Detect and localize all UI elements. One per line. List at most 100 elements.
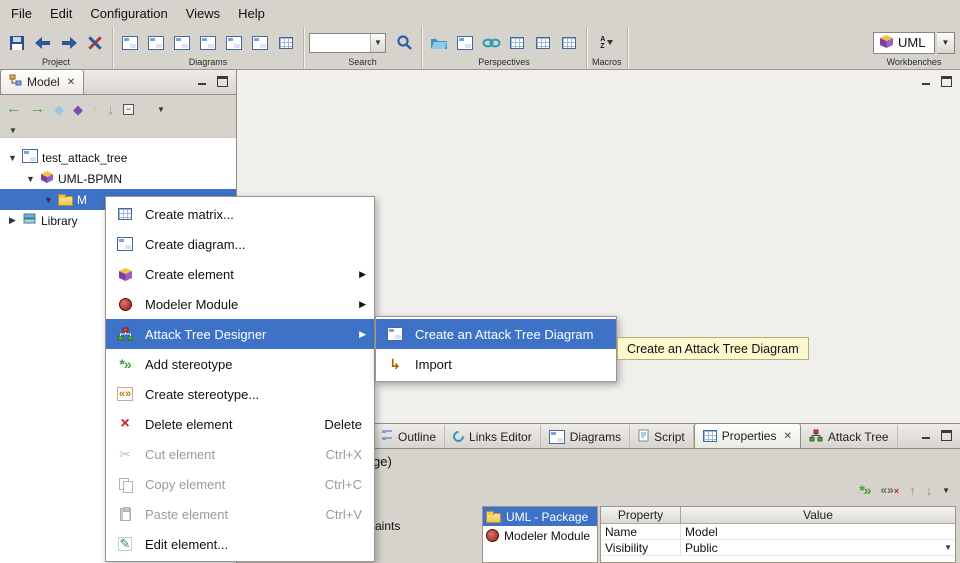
diagram-tool-icon-5[interactable]	[222, 30, 246, 56]
menu-item-paste-element[interactable]: Paste element Ctrl+V	[106, 499, 374, 529]
tab-model[interactable]: Model ✕	[0, 69, 84, 94]
expander-icon[interactable]: ▼	[25, 174, 36, 184]
maximize-view-icon[interactable]	[941, 430, 952, 441]
diagram-tool-icon-1[interactable]	[118, 30, 142, 56]
configure-tools-icon[interactable]	[83, 30, 107, 56]
minimize-view-icon[interactable]	[921, 76, 932, 87]
tab-properties[interactable]: Properties ✕	[694, 423, 801, 448]
menu-file[interactable]: File	[2, 2, 41, 25]
create-stereotype-icon: «»	[116, 387, 134, 401]
properties-side-tab-fragment: aints	[375, 519, 400, 533]
table-row-name[interactable]: Name Model	[601, 524, 955, 540]
save-icon[interactable]	[5, 30, 29, 56]
submenu-item-create-attack-tree-diagram[interactable]: Create an Attack Tree Diagram	[376, 319, 616, 349]
links-icon[interactable]	[479, 30, 503, 56]
tab-properties-close-icon[interactable]: ✕	[783, 431, 791, 442]
import-icon: ↳	[386, 356, 404, 373]
perspective-icon[interactable]	[453, 30, 477, 56]
tab-script[interactable]: Script	[630, 425, 694, 448]
menu-item-create-matrix[interactable]: Create matrix...	[106, 199, 374, 229]
menu-item-create-element[interactable]: Create element ▶	[106, 259, 374, 289]
expander-icon[interactable]: ▶	[7, 215, 18, 226]
menu-item-edit-element[interactable]: ✎ Edit element...	[106, 529, 374, 559]
tab-attack-tree[interactable]: Attack Tree	[801, 425, 898, 448]
menu-item-create-diagram[interactable]: Create diagram...	[106, 229, 374, 259]
tab-outline[interactable]: Outline	[373, 425, 445, 448]
minimize-view-icon[interactable]	[197, 76, 208, 87]
collapse-all-icon[interactable]: −	[123, 104, 134, 115]
table-row-visibility[interactable]: Visibility Public ▼	[601, 540, 955, 556]
move-up-icon[interactable]: ↑	[92, 102, 99, 117]
toolbar-section-project: Project	[0, 27, 113, 69]
search-input[interactable]	[310, 34, 370, 51]
menu-edit[interactable]: Edit	[41, 2, 81, 25]
visibility-dropdown-icon[interactable]: ▼	[944, 543, 952, 552]
filter-caret-icon[interactable]: ▼	[9, 126, 17, 135]
script-icon	[638, 429, 649, 445]
grid-view-icon[interactable]	[557, 30, 581, 56]
menu-item-cut-element[interactable]: ✂ Cut element Ctrl+X	[106, 439, 374, 469]
modeler-module-icon	[486, 529, 499, 542]
properties-toolbar: *» «»× ↑ ↓ ▼	[859, 482, 950, 498]
menu-item-attack-tree-designer[interactable]: Attack Tree Designer ▶	[106, 319, 374, 349]
add-stereotype-icon[interactable]: *»	[859, 482, 870, 498]
search-dropdown-icon[interactable]: ▼	[370, 34, 385, 52]
links-editor-icon	[451, 429, 467, 445]
matrix-view-icon[interactable]	[531, 30, 555, 56]
menu-item-delete-element[interactable]: × Delete element Delete	[106, 409, 374, 439]
menu-item-copy-element[interactable]: Copy element Ctrl+C	[106, 469, 374, 499]
toolbar-label-macros: Macros	[592, 57, 622, 68]
diagram-tool-icon-4[interactable]	[196, 30, 220, 56]
view-menu-caret-icon[interactable]: ▼	[157, 105, 165, 114]
related-elements-icon[interactable]: ◆	[54, 103, 64, 116]
submenu-item-import[interactable]: ↳ Import	[376, 349, 616, 379]
tree-item-uml-bpmn[interactable]: ▼ UML-BPMN	[0, 168, 236, 189]
open-folder-icon[interactable]	[427, 30, 451, 56]
toolbar-label-project: Project	[5, 57, 107, 68]
tree-item-test-attack-tree[interactable]: ▼ test_attack_tree	[0, 147, 236, 168]
diagram-tool-icon-2[interactable]	[144, 30, 168, 56]
tab-links-editor[interactable]: Links Editor	[445, 425, 541, 448]
sort-az-icon[interactable]: A Z	[595, 30, 619, 56]
tab-diagrams[interactable]: Diagrams	[541, 425, 630, 448]
list-item-modeler-module[interactable]: Modeler Module	[483, 526, 597, 545]
diagram-tool-icon-7[interactable]	[274, 30, 298, 56]
header-property: Property	[601, 507, 681, 523]
toolbar-label-diagrams: Diagrams	[118, 57, 298, 68]
toolbar-section-diagrams: Diagrams	[113, 27, 304, 69]
diagram-tool-icon-6[interactable]	[248, 30, 272, 56]
menu-item-create-stereotype[interactable]: «» Create stereotype...	[106, 379, 374, 409]
back-icon[interactable]	[31, 30, 55, 56]
move-up-icon[interactable]: ↑	[909, 483, 916, 498]
tab-model-close-icon[interactable]: ✕	[67, 77, 75, 88]
minimize-view-icon[interactable]	[921, 430, 932, 441]
menu-item-add-stereotype[interactable]: *» Add stereotype	[106, 349, 374, 379]
maximize-view-icon[interactable]	[941, 76, 952, 87]
context-menu: Create matrix... Create diagram... Creat…	[105, 196, 375, 562]
move-down-icon[interactable]: ↓	[108, 102, 115, 117]
expander-icon[interactable]: ▼	[7, 153, 18, 163]
outline-icon	[381, 429, 393, 444]
workbench-dropdown-icon[interactable]: ▼	[937, 32, 955, 54]
table-view-icon[interactable]	[505, 30, 529, 56]
menu-item-modeler-module[interactable]: Modeler Module ▶	[106, 289, 374, 319]
properties-menu-caret-icon[interactable]: ▼	[942, 486, 950, 495]
attack-tree-icon	[116, 327, 134, 341]
menu-configuration[interactable]: Configuration	[81, 2, 176, 25]
maximize-view-icon[interactable]	[217, 76, 228, 87]
workbench-combo[interactable]: UML	[873, 32, 935, 54]
nav-forward-icon[interactable]: →	[30, 102, 45, 116]
forward-icon[interactable]	[57, 30, 81, 56]
move-down-icon[interactable]: ↓	[926, 483, 933, 498]
nav-back-icon[interactable]: ←	[6, 102, 21, 116]
expander-icon[interactable]: ▼	[43, 195, 54, 205]
remove-stereotype-icon[interactable]: «»×	[880, 483, 899, 497]
selected-element-icon[interactable]: ◆	[73, 103, 83, 116]
list-item-uml-package[interactable]: UML - Package	[483, 507, 597, 526]
diagram-tool-icon-3[interactable]	[170, 30, 194, 56]
model-toolbar: ← → ◆ ◆ ↑ ↓ − ▼	[0, 95, 236, 123]
tooltip: Create an Attack Tree Diagram	[617, 337, 809, 360]
search-icon[interactable]	[392, 30, 416, 56]
menu-help[interactable]: Help	[229, 2, 274, 25]
menu-views[interactable]: Views	[177, 2, 229, 25]
